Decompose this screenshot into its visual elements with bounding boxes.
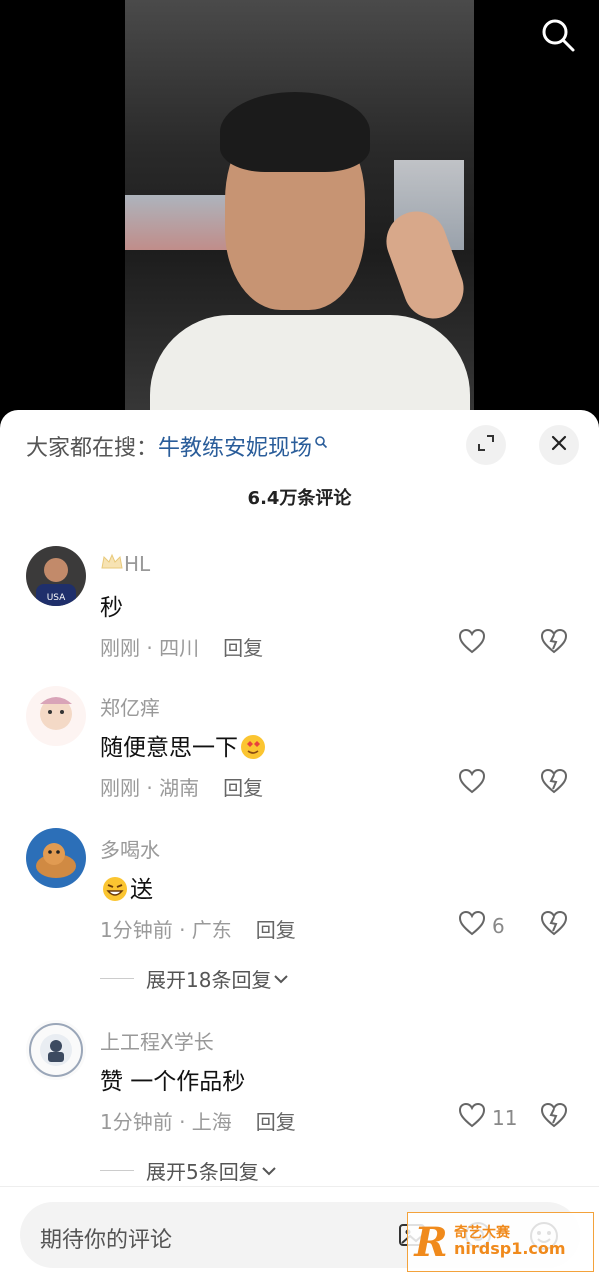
watermark-bottom: nirdsp1.com <box>454 1238 566 1258</box>
expand-button[interactable] <box>466 425 506 465</box>
watermark-logo: R 奇艺大赛 nirdsp1.com <box>407 1212 594 1272</box>
broken-heart-icon <box>540 628 568 658</box>
heart-icon <box>458 628 486 659</box>
broken-heart-icon <box>540 768 568 798</box>
comment-item: USA HL 秒 刚刚 · 四川 回复 <box>0 546 599 676</box>
username[interactable]: 郑亿痒 <box>100 692 160 721</box>
reply-button[interactable]: 回复 <box>256 918 296 942</box>
dislike-button[interactable] <box>540 628 568 658</box>
comment-item: 郑亿痒 随便意思一下 刚刚 · 湖南 回复 <box>0 686 599 816</box>
search-icon[interactable] <box>539 16 577 54</box>
username[interactable]: 上工程X学长 <box>100 1026 214 1055</box>
reply-button[interactable]: 回复 <box>223 776 263 800</box>
broken-heart-icon <box>540 910 568 940</box>
time-location: 刚刚 · 湖南 <box>100 776 200 800</box>
close-button[interactable] <box>539 425 579 465</box>
comment-placeholder: 期待你的评论 <box>40 1228 173 1253</box>
suggest-prefix: 大家都在搜： <box>26 436 159 461</box>
comment-sheet: 大家都在搜：牛教练安妮现场 6.4万条评论 USA HL 秒 刚刚 · 四川 回… <box>0 410 599 1280</box>
expand-replies-button[interactable]: 展开18条回复 <box>100 964 291 993</box>
avatar[interactable] <box>26 686 86 746</box>
time-location: 1分钟前 · 上海 <box>100 1110 232 1134</box>
expand-replies-button[interactable]: 展开5条回复 <box>100 1156 279 1185</box>
broken-heart-icon <box>540 1102 568 1132</box>
like-count: 11 <box>492 1105 518 1130</box>
crown-icon <box>100 552 124 576</box>
grinning-emoji-icon <box>100 877 130 903</box>
heart-icon <box>458 768 486 799</box>
username[interactable]: 多喝水 <box>100 834 160 863</box>
small-search-icon <box>314 430 328 455</box>
like-button[interactable] <box>458 628 492 659</box>
comment-text: 随便意思一下 <box>100 728 268 762</box>
comment-meta: 1分钟前 · 上海 回复 <box>100 1106 296 1135</box>
dislike-button[interactable] <box>540 910 568 940</box>
watermark-r-icon: R <box>414 1218 448 1266</box>
comment-meta: 刚刚 · 四川 回复 <box>100 632 263 661</box>
like-button[interactable]: 6 <box>458 910 505 941</box>
heart-icon <box>458 1102 486 1133</box>
video-frame <box>125 0 474 420</box>
like-count: 6 <box>492 913 505 938</box>
reply-button[interactable]: 回复 <box>256 1110 296 1134</box>
comment-item: 上工程X学长 赞 一个作品秒 1分钟前 · 上海 回复 11 展开5条回复 <box>0 1020 599 1190</box>
like-button[interactable] <box>458 768 492 799</box>
like-button[interactable]: 11 <box>458 1102 517 1133</box>
time-location: 1分钟前 · 广东 <box>100 918 232 942</box>
comment-meta: 1分钟前 · 广东 回复 <box>100 914 296 943</box>
comment-count: 6.4万条评论 <box>247 488 352 509</box>
comment-text: 秒 <box>100 595 123 621</box>
comment-meta: 刚刚 · 湖南 回复 <box>100 772 263 801</box>
comment-text: 赞 一个作品秒 <box>100 1069 246 1095</box>
dislike-button[interactable] <box>540 1102 568 1132</box>
search-suggestion[interactable]: 大家都在搜：牛教练安妮现场 <box>26 430 328 462</box>
avatar[interactable] <box>26 828 86 888</box>
suggest-term[interactable]: 牛教练安妮现场 <box>158 436 312 461</box>
comment-text: 送 <box>100 870 153 904</box>
svg-text:USA: USA <box>47 593 66 603</box>
reply-button[interactable]: 回复 <box>223 636 263 660</box>
time-location: 刚刚 · 四川 <box>100 636 200 660</box>
expand-icon <box>476 433 496 457</box>
close-icon <box>550 434 568 456</box>
sheet-header: 大家都在搜：牛教练安妮现场 6.4万条评论 <box>0 410 599 509</box>
heart-eyes-emoji-icon <box>238 735 268 761</box>
username[interactable]: HL <box>100 552 150 576</box>
chevron-down-icon <box>271 967 291 991</box>
comment-item: 多喝水 送 1分钟前 · 广东 回复 6 展开18条回复 <box>0 828 599 998</box>
avatar[interactable] <box>26 1020 86 1080</box>
chevron-down-icon <box>259 1159 279 1183</box>
dislike-button[interactable] <box>540 768 568 798</box>
avatar[interactable]: USA <box>26 546 86 606</box>
heart-icon <box>458 910 486 941</box>
video-player[interactable] <box>0 0 599 420</box>
